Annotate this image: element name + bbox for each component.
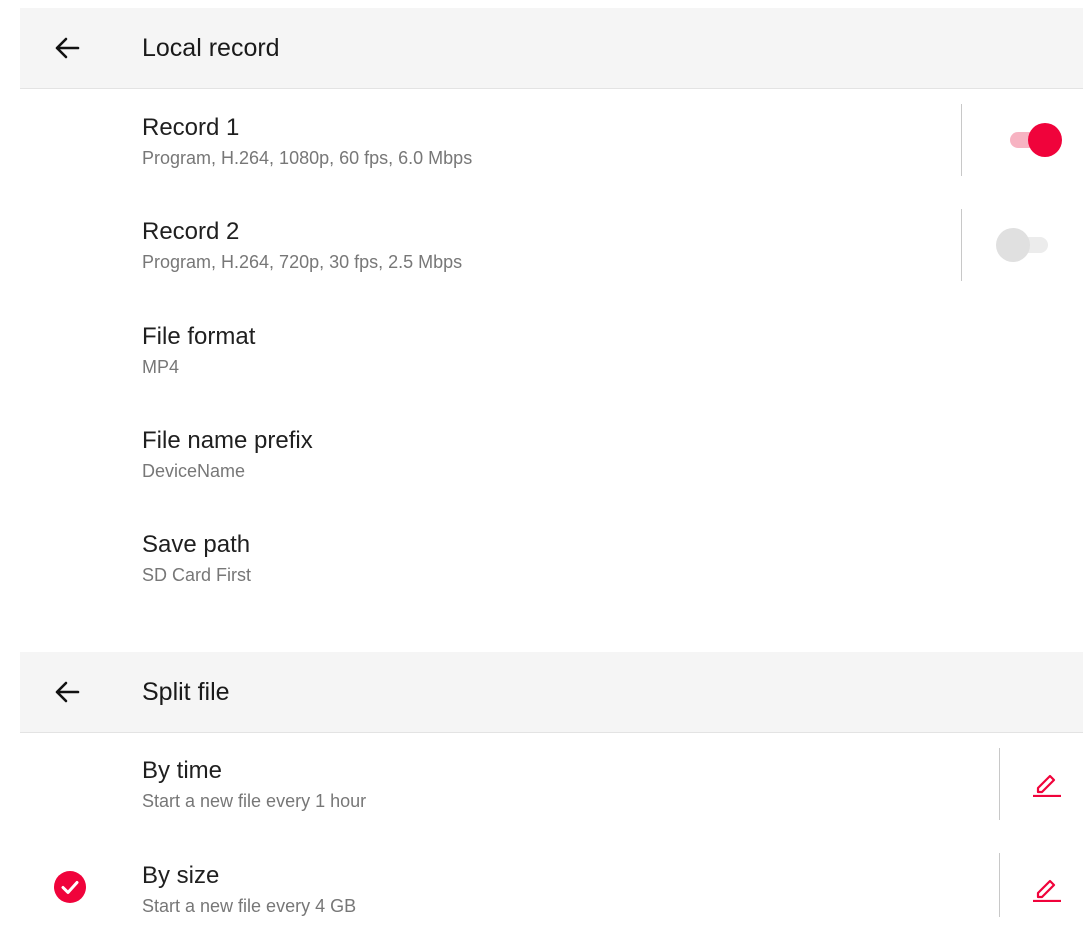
divider [961,209,962,281]
save-path-item[interactable]: Save path SD Card First [142,531,1083,611]
split-file-header: Split file [20,652,1083,733]
record-2-toggle[interactable] [996,228,1052,262]
divider [999,748,1000,820]
record-2-description: Program, H.264, 720p, 30 fps, 2.5 Mbps [142,252,463,272]
file-name-prefix-item[interactable]: File name prefix DeviceName [142,427,1083,507]
file-format-label: File format [142,323,256,350]
by-size-label: By size [142,862,220,889]
page-title: Local record [142,34,280,62]
split-by-time-item[interactable]: By time Start a new file every 1 hour [142,757,1083,837]
local-record-header: Local record [20,8,1083,89]
record-1-label: Record 1 [142,114,240,141]
by-size-description: Start a new file every 4 GB [142,896,357,916]
file-name-prefix-value: DeviceName [142,461,246,481]
save-path-label: Save path [142,531,251,558]
edit-pencil-icon[interactable] [1032,767,1062,798]
divider [961,104,962,176]
record-2-item[interactable]: Record 2 Program, H.264, 720p, 30 fps, 2… [142,218,1083,298]
record-1-toggle[interactable] [1006,123,1062,157]
record-1-item[interactable]: Record 1 Program, H.264, 1080p, 60 fps, … [142,114,1083,194]
record-1-description: Program, H.264, 1080p, 60 fps, 6.0 Mbps [142,148,473,168]
by-time-label: By time [142,757,223,784]
edit-pencil-icon[interactable] [1032,872,1062,903]
save-path-value: SD Card First [142,565,252,585]
selected-check-icon [53,870,87,904]
file-name-prefix-label: File name prefix [142,427,313,454]
file-format-item[interactable]: File format MP4 [142,323,1083,403]
back-arrow-icon[interactable] [52,677,82,707]
back-arrow-icon[interactable] [52,33,82,63]
toggle-knob [996,228,1030,262]
divider [999,853,1000,917]
record-2-label: Record 2 [142,218,240,245]
split-by-size-item[interactable]: By size Start a new file every 4 GB [142,862,1083,942]
toggle-knob [1028,123,1062,157]
by-time-description: Start a new file every 1 hour [142,791,367,811]
section-title: Split file [142,678,230,706]
file-format-value: MP4 [142,357,180,377]
